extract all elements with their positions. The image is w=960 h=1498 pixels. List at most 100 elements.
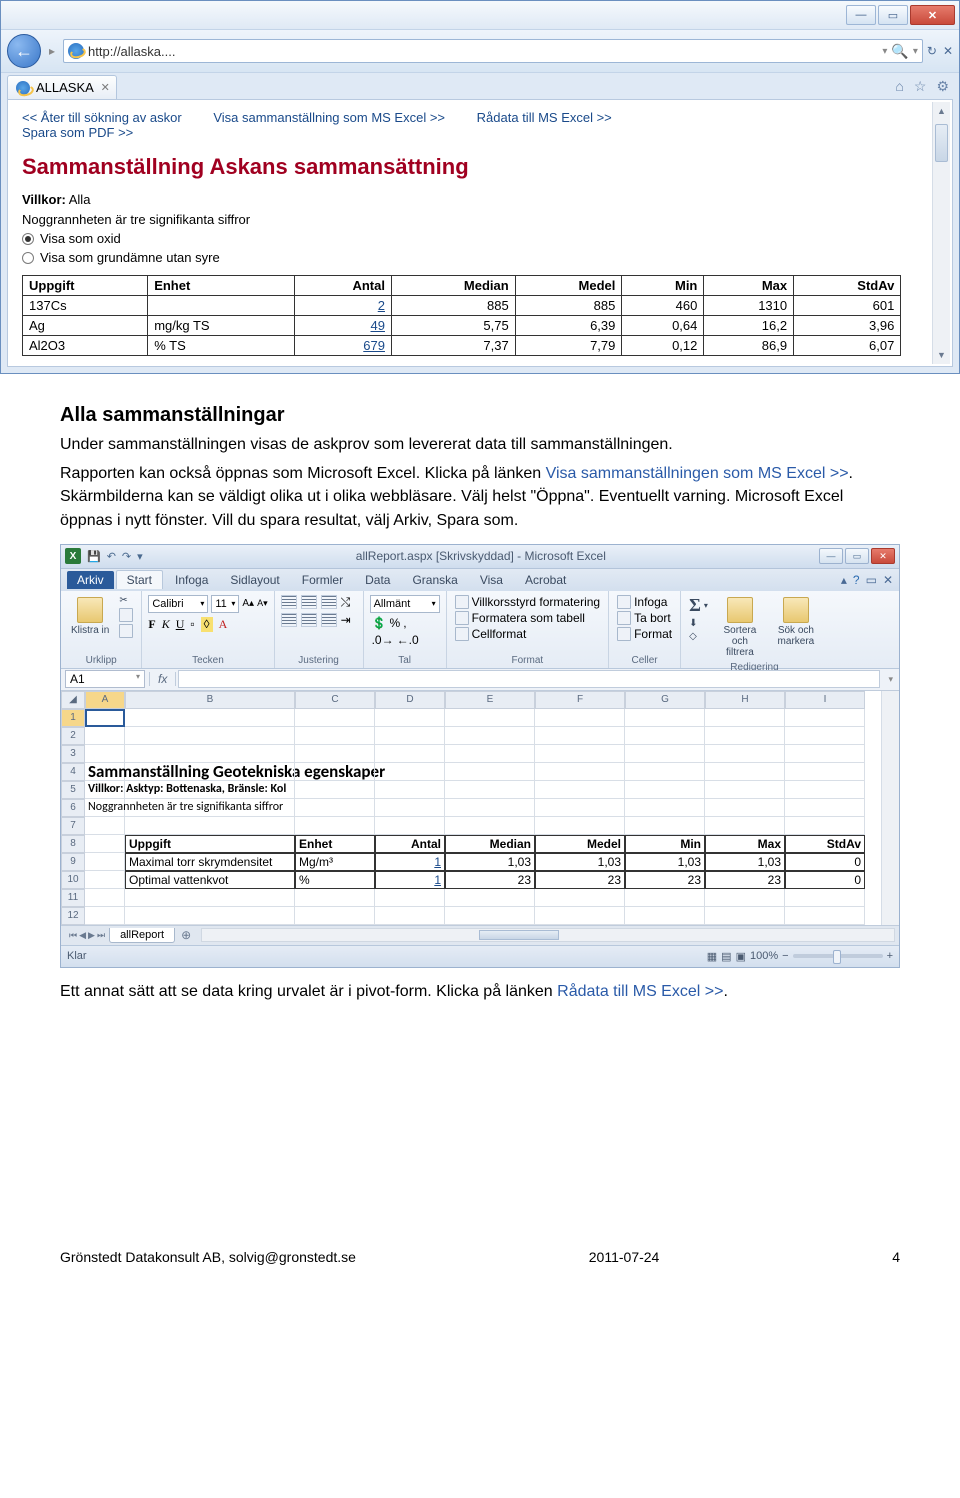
col-header[interactable]: I bbox=[785, 691, 865, 709]
row-header[interactable]: 12 bbox=[61, 907, 85, 925]
link-raw-excel[interactable]: Rådata till MS Excel >> bbox=[477, 110, 612, 125]
ribbon-tab-visa[interactable]: Visa bbox=[470, 571, 513, 589]
col-header[interactable]: F bbox=[535, 691, 625, 709]
link-show-excel[interactable]: Visa sammanställning som MS Excel >> bbox=[213, 110, 445, 125]
sheet-next-icon[interactable]: ▶ bbox=[88, 930, 95, 941]
clear-icon[interactable]: ◇ bbox=[689, 631, 697, 642]
paste-button[interactable]: Klistra in bbox=[67, 595, 113, 638]
favorites-icon[interactable]: ☆ bbox=[914, 78, 927, 95]
home-icon[interactable]: ⌂ bbox=[895, 78, 903, 95]
close-button[interactable]: ✕ bbox=[910, 5, 955, 25]
data-cell[interactable]: Maximal torr skrymdensitet bbox=[125, 853, 295, 871]
data-cell[interactable]: 0 bbox=[785, 853, 865, 871]
url-dropdown-icon[interactable]: ▾ bbox=[882, 46, 887, 57]
radio-oxid[interactable]: Visa som oxid bbox=[22, 229, 938, 248]
forward-button[interactable]: ▸ bbox=[45, 44, 59, 58]
search-dropdown-icon[interactable]: ▾ bbox=[913, 46, 918, 57]
browser-tab[interactable]: ALLASKA ✕ bbox=[7, 75, 117, 99]
sheet-tab[interactable]: allReport bbox=[109, 928, 175, 943]
villkor-cell[interactable]: Villkor: Asktyp: Bottenaska, Bränsle: Ko… bbox=[85, 781, 125, 799]
italic-button[interactable]: K bbox=[162, 617, 170, 632]
hdr-cell[interactable]: Median bbox=[445, 835, 535, 853]
format-table-button[interactable]: Formatera som tabell bbox=[453, 611, 587, 625]
data-cell[interactable]: 23 bbox=[535, 871, 625, 889]
data-cell[interactable]: 23 bbox=[445, 871, 535, 889]
address-bar[interactable]: http://allaska.... ▾ 🔍 ▾ bbox=[63, 39, 923, 63]
ribbon-tab-data[interactable]: Data bbox=[355, 571, 400, 589]
align-mid-icon[interactable] bbox=[301, 595, 317, 609]
fill-color-icon[interactable]: ◊ bbox=[201, 617, 213, 632]
shrink-font-icon[interactable]: A▾ bbox=[257, 598, 268, 609]
cell-link[interactable]: 2 bbox=[294, 296, 391, 316]
ribbon-tab-infoga[interactable]: Infoga bbox=[165, 571, 218, 589]
data-cell[interactable]: 1,03 bbox=[445, 853, 535, 871]
close-workbook-icon[interactable]: ✕ bbox=[883, 573, 893, 587]
inline-link[interactable]: Rådata till MS Excel >> bbox=[557, 983, 723, 1000]
sheet-title-cell[interactable]: Sammanställning Geotekniska egenskaper bbox=[85, 763, 125, 781]
fx-icon[interactable]: fx bbox=[149, 672, 176, 686]
new-sheet-icon[interactable]: ⊕ bbox=[175, 928, 197, 942]
zoom-value[interactable]: 100% bbox=[750, 950, 778, 962]
inline-link[interactable]: Visa sammanställningen som MS Excel >> bbox=[546, 465, 849, 482]
row-header[interactable]: 10 bbox=[61, 871, 85, 889]
sheet-last-icon[interactable]: ⏭ bbox=[97, 930, 105, 941]
sheet-prev-icon[interactable]: ◀ bbox=[79, 930, 86, 941]
link-back-search[interactable]: << Åter till sökning av askor bbox=[22, 110, 182, 125]
autosum-icon[interactable]: Σ bbox=[689, 595, 701, 616]
sort-filter-button[interactable]: Sortera och filtrera bbox=[714, 595, 766, 660]
data-cell[interactable]: 1,03 bbox=[535, 853, 625, 871]
bold-button[interactable]: F bbox=[148, 617, 155, 632]
font-size-selector[interactable]: 11▾ bbox=[211, 595, 239, 613]
number-format-selector[interactable]: Allmänt▾ bbox=[370, 595, 440, 613]
col-header[interactable]: D bbox=[375, 691, 445, 709]
inc-decimal-icon[interactable]: .0→ bbox=[372, 633, 394, 647]
hdr-cell[interactable]: Medel bbox=[535, 835, 625, 853]
zoom-slider[interactable] bbox=[793, 954, 883, 958]
data-cell[interactable]: 1,03 bbox=[625, 853, 705, 871]
vertical-scrollbar[interactable] bbox=[932, 102, 950, 364]
hdr-cell[interactable]: Enhet bbox=[295, 835, 375, 853]
active-cell[interactable] bbox=[85, 709, 125, 727]
refresh-icon[interactable]: ↻ bbox=[927, 44, 937, 58]
ribbon-tab-granska[interactable]: Granska bbox=[402, 571, 467, 589]
cell-link[interactable]: 679 bbox=[294, 336, 391, 356]
data-cell-link[interactable]: 1 bbox=[375, 853, 445, 871]
view-break-icon[interactable]: ▣ bbox=[736, 950, 746, 963]
minimize-ribbon-icon[interactable]: ▴ bbox=[841, 573, 847, 587]
row-header[interactable]: 6 bbox=[61, 799, 85, 817]
sheet-horizontal-scrollbar[interactable] bbox=[201, 928, 895, 942]
redo-icon[interactable]: ↷ bbox=[122, 550, 131, 563]
data-cell[interactable]: 23 bbox=[625, 871, 705, 889]
hdr-cell[interactable]: Uppgift bbox=[125, 835, 295, 853]
cell-styles-button[interactable]: Cellformat bbox=[453, 627, 529, 641]
select-all-corner[interactable]: ◢ bbox=[61, 691, 85, 709]
zoom-out-icon[interactable]: − bbox=[782, 950, 788, 962]
hdr-cell[interactable]: StdAv bbox=[785, 835, 865, 853]
tab-close-icon[interactable]: ✕ bbox=[101, 81, 110, 94]
link-save-pdf[interactable]: Spara som PDF >> bbox=[22, 125, 133, 140]
file-tab[interactable]: Arkiv bbox=[67, 571, 114, 589]
align-right-icon[interactable] bbox=[321, 613, 337, 627]
excel-maximize-button[interactable]: ▭ bbox=[845, 548, 869, 564]
accuracy-cell[interactable]: Noggrannheten är tre signifikanta siffro… bbox=[85, 799, 125, 817]
save-icon[interactable]: 💾 bbox=[87, 550, 101, 563]
align-bot-icon[interactable] bbox=[321, 595, 337, 609]
data-cell[interactable]: 23 bbox=[705, 871, 785, 889]
maximize-button[interactable]: ▭ bbox=[878, 5, 908, 25]
sheet-first-icon[interactable]: ⏮ bbox=[69, 930, 77, 941]
row-header[interactable]: 5 bbox=[61, 781, 85, 799]
zoom-in-icon[interactable]: + bbox=[887, 950, 893, 962]
col-header[interactable]: G bbox=[625, 691, 705, 709]
col-header[interactable]: A bbox=[85, 691, 125, 709]
hdr-cell[interactable]: Antal bbox=[375, 835, 445, 853]
col-header[interactable]: B bbox=[125, 691, 295, 709]
row-header[interactable]: 11 bbox=[61, 889, 85, 907]
data-cell[interactable]: % bbox=[295, 871, 375, 889]
minimize-button[interactable]: — bbox=[846, 5, 876, 25]
stop-icon[interactable]: ✕ bbox=[943, 44, 953, 58]
view-layout-icon[interactable]: ▤ bbox=[721, 950, 731, 963]
row-header[interactable]: 8 bbox=[61, 835, 85, 853]
col-header[interactable]: E bbox=[445, 691, 535, 709]
hdr-cell[interactable]: Max bbox=[705, 835, 785, 853]
conditional-format-button[interactable]: Villkorsstyrd formatering bbox=[453, 595, 602, 609]
